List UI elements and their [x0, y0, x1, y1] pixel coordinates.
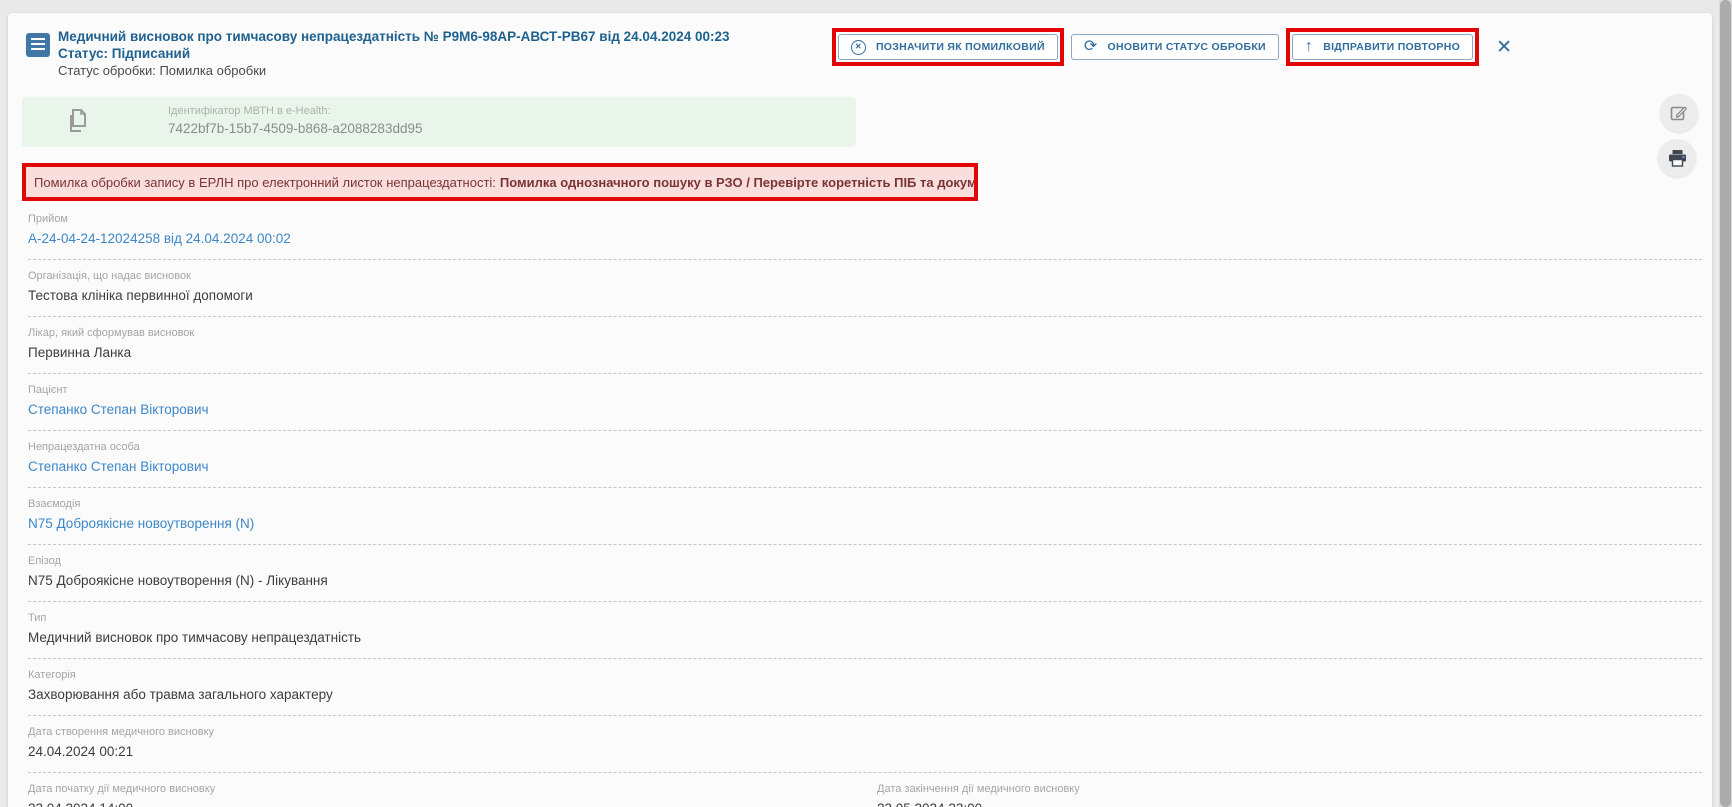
- field-label: Дата закінчення дії медичного висновку: [877, 782, 1702, 796]
- error-text-bold: Помилка однозначного пошуку в РЗО / Пере…: [500, 175, 974, 190]
- record-header: Медичний висновок про тимчасову непрацез…: [58, 28, 730, 79]
- field-value: Медичний висновок про тимчасову непрацез…: [28, 629, 1702, 646]
- field-list: Прийом А-24-04-24-12024258 від 24.04.2024…: [20, 203, 1702, 807]
- field-row: Тип Медичний висновок про тимчасову непра…: [28, 602, 1702, 659]
- annotation-box-resend: ↑ ВІДПРАВИТИ ПОВТОРНО: [1286, 28, 1479, 66]
- field-row: Дата створення медичного висновку 24.04.2…: [28, 716, 1702, 773]
- field-cell: Дата початку дії медичного висновку 23.04…: [28, 773, 853, 807]
- field-row: Організація, що надає висновок Тестова кл…: [28, 260, 1702, 317]
- field-label: Тип: [28, 611, 1702, 625]
- refresh-status-button[interactable]: ⟳ ОНОВИТИ СТАТУС ОБРОБКИ: [1071, 34, 1279, 60]
- field-link[interactable]: А-24-04-24-12024258 від 24.04.2024 00:02: [28, 230, 1702, 247]
- field-row: Категорія Захворювання або травма загальн…: [28, 659, 1702, 716]
- annotation-box-mark-erroneous: ✕ ПОЗНАЧИТИ ЯК ПОМИЛКОВИЙ: [832, 28, 1064, 66]
- field-cell: Дата закінчення дії медичного висновку 23…: [877, 773, 1702, 807]
- print-icon: [1668, 149, 1687, 167]
- field-label: Лікар, який сформував висновок: [28, 326, 1702, 340]
- field-label: Дата створення медичного висновку: [28, 725, 1702, 739]
- arrow-up-icon: ↑: [1305, 39, 1313, 55]
- field-link[interactable]: Степанко Степан Вікторович: [28, 401, 1702, 418]
- field-value: Захворювання або травма загального харак…: [28, 686, 1702, 703]
- identifier-value: 7422bf7b-15b7-4509-b868-a2088283dd95: [168, 119, 422, 139]
- field-label: Організація, що надає висновок: [28, 269, 1702, 283]
- field-label: Пацієнт: [28, 383, 1702, 397]
- edit-pencil-icon: [1670, 104, 1688, 122]
- field-value: N75 Доброякісне новоутворення (N) - Ліку…: [28, 572, 1702, 589]
- copy-icon[interactable]: [66, 109, 88, 135]
- toolbar: ✕ ПОЗНАЧИТИ ЯК ПОМИЛКОВИЙ ⟳ ОНОВИТИ СТАТ…: [832, 28, 1512, 66]
- edit-button[interactable]: [1660, 94, 1698, 132]
- field-value: Тестова клініка первинної допомоги: [28, 287, 1702, 304]
- field-row: Лікар, який сформував висновок Первинна Л…: [28, 317, 1702, 374]
- processing-status-line: Статус обробки: Помилка обробки: [58, 62, 730, 79]
- annotation-box-error: Помилка обробки запису в ЕРЛН про електр…: [22, 163, 978, 201]
- refresh-arrows-icon: ⟳: [1084, 39, 1098, 55]
- print-button[interactable]: [1658, 139, 1696, 177]
- mark-erroneous-label: ПОЗНАЧИТИ ЯК ПОМИЛКОВИЙ: [876, 41, 1045, 53]
- field-row: Епізод N75 Доброякісне новоутворення (N) …: [28, 545, 1702, 602]
- record-detail-card: Медичний висновок про тимчасову непрацез…: [8, 13, 1712, 807]
- scrollbar[interactable]: [1719, 0, 1732, 807]
- close-icon[interactable]: ✕: [1496, 38, 1512, 57]
- field-row: Непрацездатна особа Степанко Степан Вікто…: [28, 431, 1702, 488]
- identifier-label: Ідентифікатор МВТН в e-Health:: [168, 103, 422, 119]
- field-link[interactable]: Степанко Степан Вікторович: [28, 458, 1702, 475]
- field-label: Непрацездатна особа: [28, 440, 1702, 454]
- field-value: 23.05.2024 23:00: [877, 800, 1702, 807]
- refresh-status-label: ОНОВИТИ СТАТУС ОБРОБКИ: [1108, 41, 1266, 53]
- circle-x-icon: ✕: [851, 40, 866, 55]
- document-lines-icon: [26, 33, 50, 57]
- field-label: Прийом: [28, 212, 1702, 226]
- field-value: 23.04.2024 14:00: [28, 800, 853, 807]
- field-label: Категорія: [28, 668, 1702, 682]
- mark-erroneous-button[interactable]: ✕ ПОЗНАЧИТИ ЯК ПОМИЛКОВИЙ: [838, 34, 1058, 60]
- error-banner: Помилка обробки запису в ЕРЛН про електр…: [26, 167, 974, 197]
- field-label: Епізод: [28, 554, 1702, 568]
- ehealth-identifier-box: Ідентифікатор МВТН в e-Health: 7422bf7b-…: [22, 97, 856, 147]
- field-label: Дата початку дії медичного висновку: [28, 782, 853, 796]
- field-row: Прийом А-24-04-24-12024258 від 24.04.2024…: [28, 203, 1702, 260]
- resend-button[interactable]: ↑ ВІДПРАВИТИ ПОВТОРНО: [1292, 34, 1473, 60]
- field-row: Пацієнт Степанко Степан Вікторович: [28, 374, 1702, 431]
- field-value: Первинна Ланка: [28, 344, 1702, 361]
- field-link[interactable]: N75 Доброякісне новоутворення (N): [28, 515, 1702, 532]
- field-row: Взаємодія N75 Доброякісне новоутворення (…: [28, 488, 1702, 545]
- status-line: Статус: Підписаний: [58, 45, 730, 62]
- field-value: 24.04.2024 00:21: [28, 743, 1702, 760]
- page-title: Медичний висновок про тимчасову непрацез…: [58, 28, 730, 45]
- resend-label: ВІДПРАВИТИ ПОВТОРНО: [1323, 41, 1460, 53]
- field-label: Взаємодія: [28, 497, 1702, 511]
- field-row: Дата початку дії медичного висновку 23.04…: [28, 773, 1702, 807]
- error-text: Помилка обробки запису в ЕРЛН про електр…: [34, 175, 496, 190]
- scrollbar-thumb[interactable]: [1720, 0, 1731, 807]
